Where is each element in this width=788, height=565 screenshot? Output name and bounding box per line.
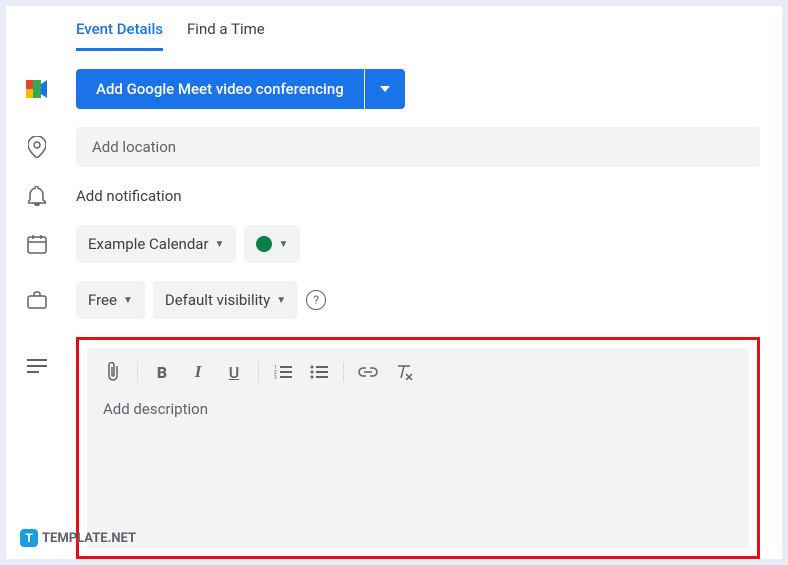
visibility-selector[interactable]: Default visibility ▼ <box>153 281 298 319</box>
chevron-down-icon: ▼ <box>123 295 133 306</box>
insert-link-button[interactable] <box>352 356 384 388</box>
help-icon[interactable]: ? <box>306 290 326 310</box>
formatting-toolbar: B I U 123 <box>87 348 749 396</box>
italic-button[interactable]: I <box>182 356 214 388</box>
add-notification-button[interactable]: Add notification <box>76 187 182 205</box>
add-google-meet-button: Add Google Meet video conferencing <box>76 69 405 109</box>
location-pin-icon <box>26 136 48 158</box>
meet-button-main[interactable]: Add Google Meet video conferencing <box>76 69 364 109</box>
calendar-selector[interactable]: Example Calendar ▼ <box>76 225 236 263</box>
toolbar-separator <box>137 362 138 382</box>
description-editor: B I U 123 <box>87 348 749 548</box>
chevron-down-icon: ▼ <box>215 239 225 250</box>
row-video-conferencing: Add Google Meet video conferencing <box>20 69 760 109</box>
numbered-list-button[interactable]: 123 <box>267 356 299 388</box>
visibility-value: Default visibility <box>165 291 270 309</box>
description-icon <box>26 355 48 377</box>
tab-event-details[interactable]: Event Details <box>76 20 163 51</box>
watermark: T TEMPLATE.NET <box>20 529 136 547</box>
chevron-down-icon <box>380 86 390 92</box>
clear-format-icon <box>395 364 413 380</box>
calendar-icon <box>26 233 48 255</box>
description-textarea[interactable]: Add description <box>87 396 749 434</box>
attach-file-button[interactable] <box>97 356 129 388</box>
watermark-text: TEMPLATE.NET <box>42 531 136 546</box>
meet-button-dropdown[interactable] <box>365 69 405 109</box>
row-availability: Free ▼ Default visibility ▼ ? <box>20 281 760 319</box>
toolbar-separator <box>258 362 259 382</box>
bell-icon <box>26 185 48 207</box>
bold-button[interactable]: B <box>146 356 178 388</box>
color-swatch <box>256 236 272 252</box>
bulleted-list-icon <box>310 365 328 379</box>
chevron-down-icon: ▼ <box>276 295 286 306</box>
location-input[interactable]: Add location <box>76 127 760 167</box>
calendar-color-selector[interactable]: ▼ <box>244 225 300 263</box>
tab-find-a-time[interactable]: Find a Time <box>187 20 265 51</box>
bulleted-list-button[interactable] <box>303 356 335 388</box>
clear-formatting-button[interactable] <box>388 356 420 388</box>
description-highlight-box: B I U 123 <box>76 337 760 559</box>
svg-text:3: 3 <box>274 375 277 379</box>
row-location: Add location <box>20 127 760 167</box>
availability-selector[interactable]: Free ▼ <box>76 281 145 319</box>
numbered-list-icon: 123 <box>274 365 292 379</box>
briefcase-icon <box>26 289 48 311</box>
toolbar-separator <box>343 362 344 382</box>
row-notification: Add notification <box>20 185 760 207</box>
availability-value: Free <box>88 291 117 309</box>
event-tabs: Event Details Find a Time <box>76 20 760 51</box>
underline-button[interactable]: U <box>218 356 250 388</box>
calendar-name: Example Calendar <box>88 235 209 253</box>
chevron-down-icon: ▼ <box>278 239 288 250</box>
location-placeholder: Add location <box>92 138 176 156</box>
event-editor-panel: Event Details Find a Time Add Google Mee… <box>6 6 782 559</box>
link-icon <box>358 367 378 377</box>
description-placeholder: Add description <box>103 400 208 418</box>
row-calendar: Example Calendar ▼ ▼ <box>20 225 760 263</box>
paperclip-icon <box>105 362 121 382</box>
row-description: B I U 123 <box>20 337 760 559</box>
watermark-badge: T <box>20 529 38 547</box>
google-meet-icon <box>26 78 48 100</box>
